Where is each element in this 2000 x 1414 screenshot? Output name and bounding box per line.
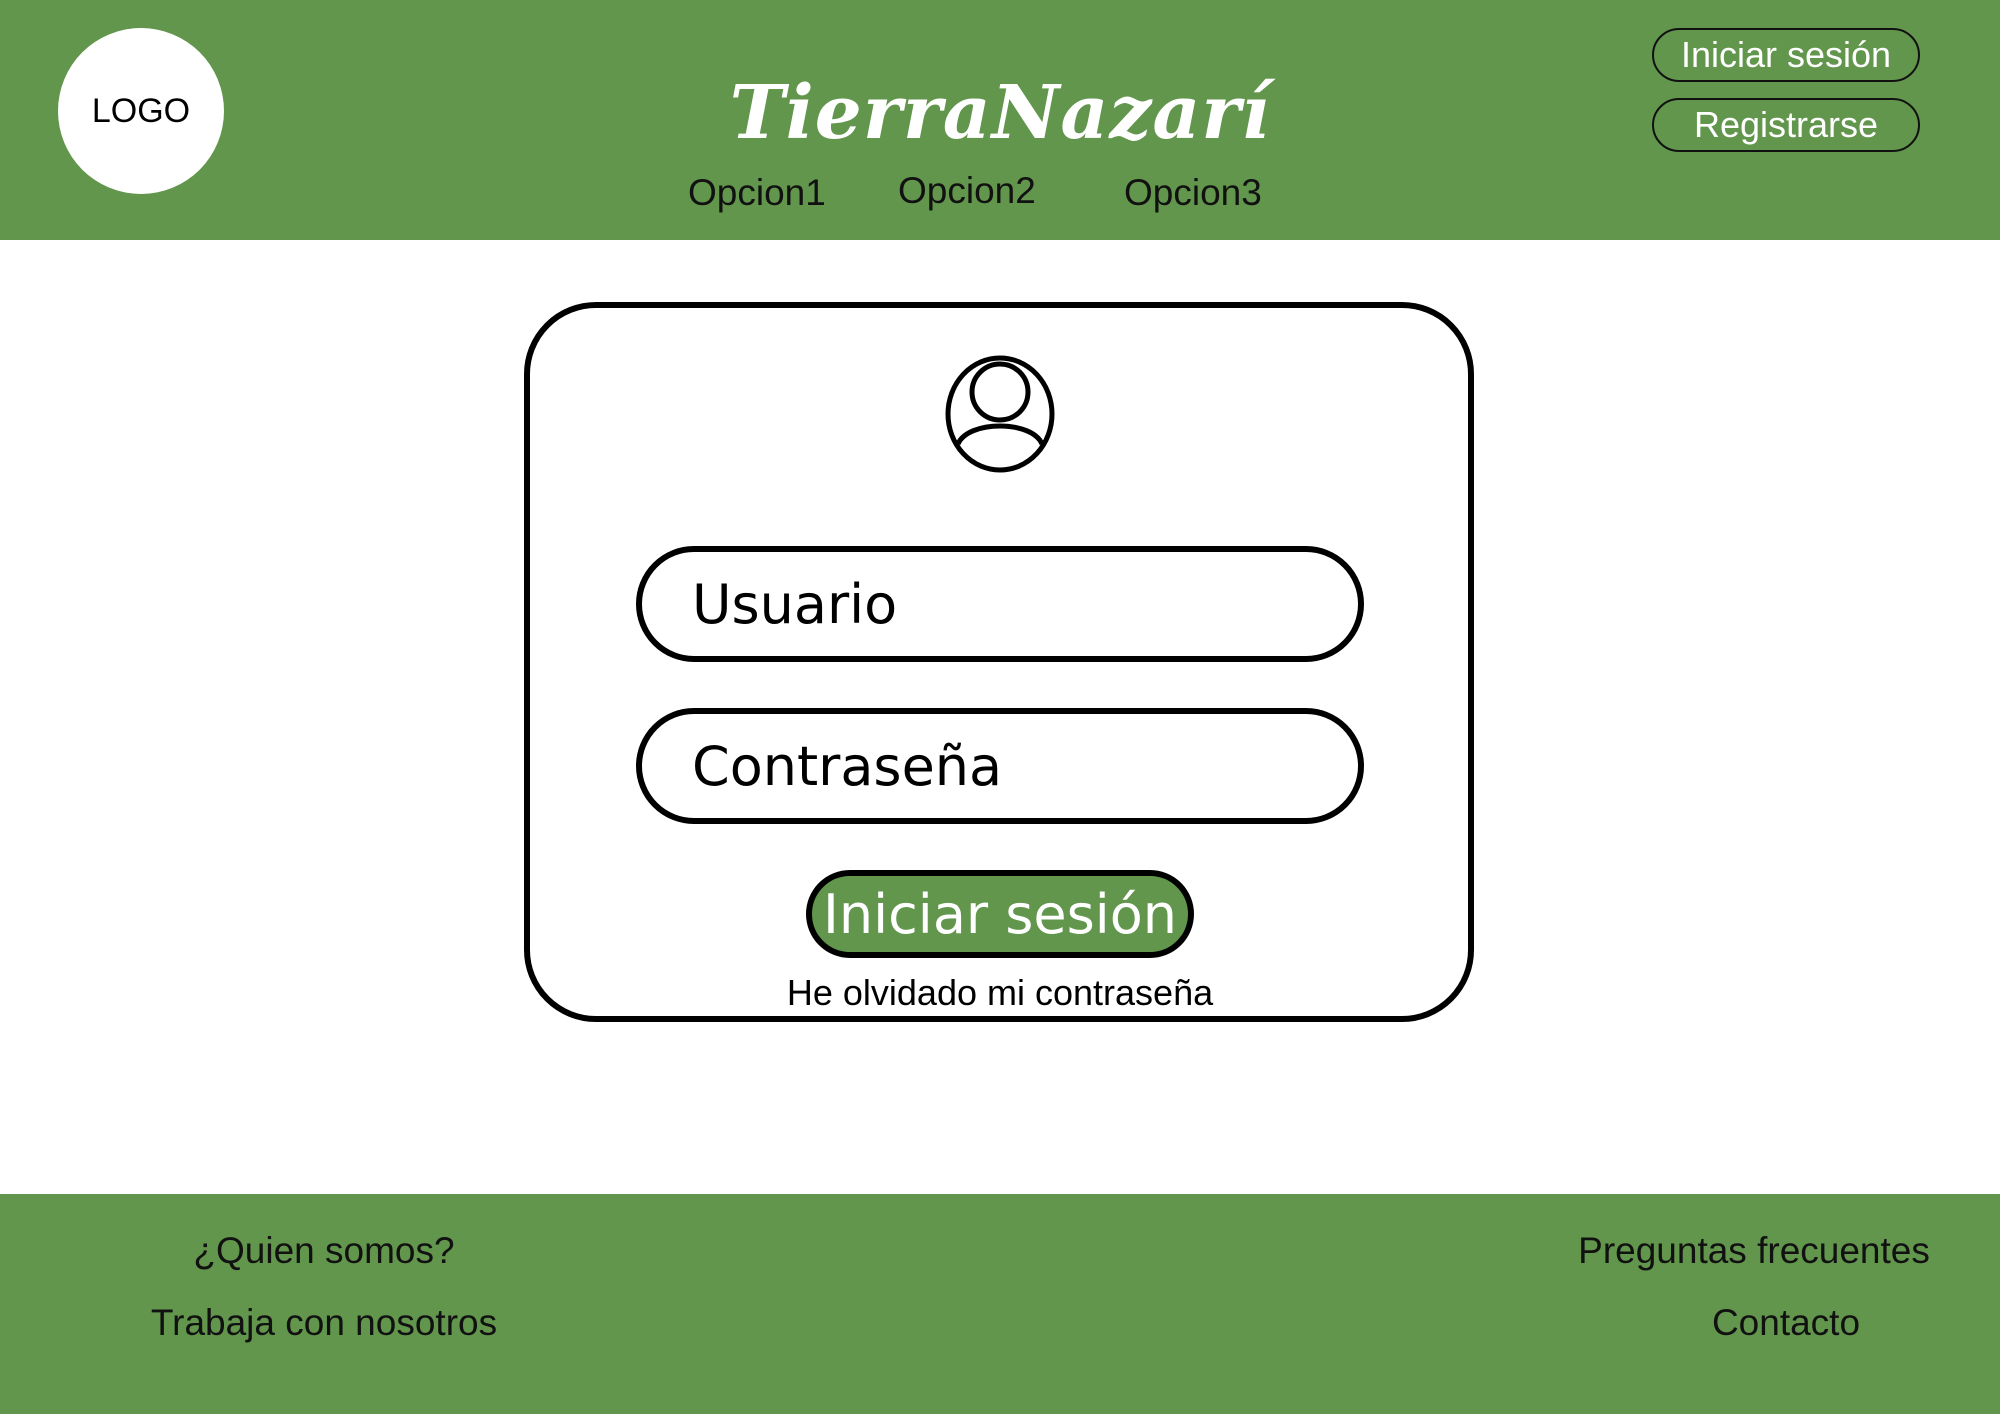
logo-text: LOGO [91, 91, 191, 130]
header-login-button[interactable]: Iniciar sesión [1652, 28, 1920, 82]
forgot-password-link[interactable]: He olvidado mi contraseña [700, 972, 1300, 1014]
nav-option-2[interactable]: Opcion2 [898, 170, 1036, 212]
nav-option-3[interactable]: Opcion3 [1124, 172, 1262, 214]
nav-option-1[interactable]: Opcion1 [688, 172, 826, 214]
footer-about-link[interactable]: ¿Quien somos? [124, 1230, 524, 1272]
footer-contact-link[interactable]: Contacto [1586, 1302, 1986, 1344]
logo[interactable]: LOGO [58, 28, 224, 194]
footer-jobs-link[interactable]: Trabaja con nosotros [124, 1302, 524, 1344]
username-field[interactable]: Usuario [636, 546, 1364, 662]
brand-title: TierraNazarí [729, 70, 1271, 156]
header-register-button[interactable]: Registrarse [1652, 98, 1920, 152]
login-submit-button[interactable]: Iniciar sesión [806, 870, 1194, 958]
password-field[interactable]: Contraseña [636, 708, 1364, 824]
user-circle-icon [945, 355, 1055, 473]
footer-faq-link[interactable]: Preguntas frecuentes [1554, 1230, 1954, 1272]
